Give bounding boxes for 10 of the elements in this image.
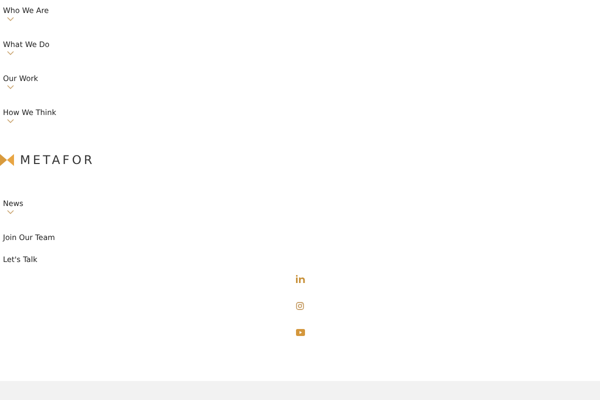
chevron-down-icon[interactable] [7, 51, 14, 55]
instagram-icon[interactable] [296, 302, 304, 310]
chevron-down-icon[interactable] [7, 17, 14, 21]
chevron-down-icon[interactable] [7, 210, 14, 214]
chevron-down-icon[interactable] [7, 119, 14, 123]
play-icon[interactable] [296, 329, 304, 336]
logo-text[interactable]: METAFOR [20, 154, 95, 166]
chevron-down-icon[interactable] [7, 85, 14, 89]
logo-mark-icon [0, 153, 14, 167]
linkedin-icon[interactable] [296, 275, 304, 283]
